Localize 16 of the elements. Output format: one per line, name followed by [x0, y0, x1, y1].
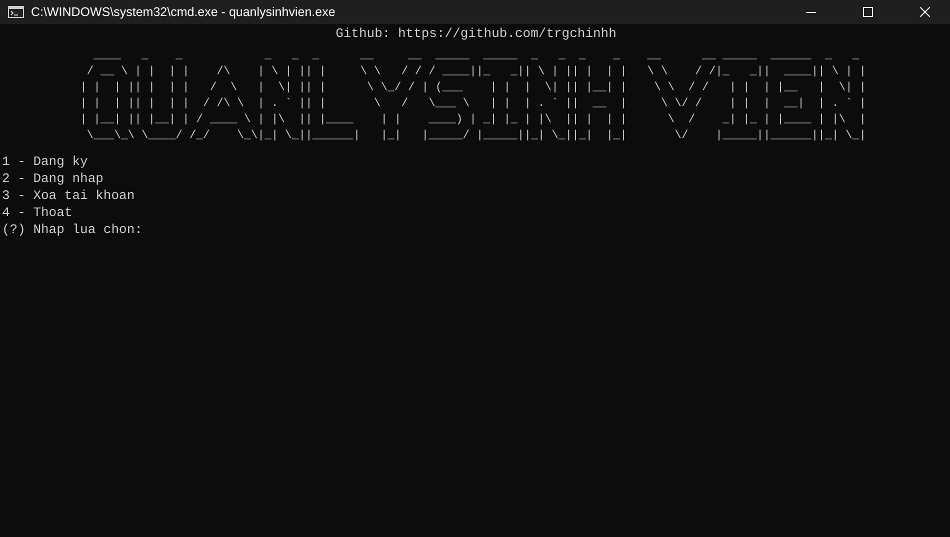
window-title: C:\WINDOWS\system32\cmd.exe - quanlysinhvien.exe: [31, 5, 336, 19]
input-prompt: (?) Nhap lua chon:: [2, 221, 142, 238]
menu-option: 1 - Dang ky: [2, 153, 88, 170]
menu-option: 4 - Thoat: [2, 204, 72, 221]
github-link-text: Github: https://github.com/trgchinhh: [334, 25, 618, 42]
ascii-art-line: \___\_\ \____/ /_/ \_\|_| \_||______| |_| |_____/ |_____||_| \_||_| |_| \/ |_____||______||_| \_|: [86, 128, 866, 144]
menu-option: 2 - Dang nhap: [2, 170, 104, 187]
ascii-art-line: ____ _ _ _ _ _ __ __ _____ _____ _ _ _ _ __ __ _____ ______ _ _: [92, 49, 860, 64]
terminal-icon: [8, 6, 24, 18]
ascii-art-line: | |__| || |__| | / ____ \ | |\ || |____ | | ____) | _| |_ | |\ || | | | \ / _| |_ | |____ | |\ |: [80, 112, 866, 128]
ascii-art-line: | | | || | | | / /\ \ | . ` || | \ / \___ \ | | | . ` || __ | \ \/ / | | | __| | . ` |: [80, 96, 866, 112]
ascii-art-line: | | | || | | | / \ | \| || | \ \_/ / | (___ | | | \| || |__| | \ \ / / | | | |__ | \| |: [80, 80, 866, 96]
maximize-icon: [863, 7, 873, 17]
menu-option: 3 - Xoa tai khoan: [2, 187, 135, 204]
close-icon: [920, 7, 930, 17]
ascii-art-line: / __ \ | | | | /\ | \ | || | \ \ / / / ____||_ _|| \ | || | | | \ \ / /|_ _|| ____|| \ | |: [86, 64, 866, 80]
